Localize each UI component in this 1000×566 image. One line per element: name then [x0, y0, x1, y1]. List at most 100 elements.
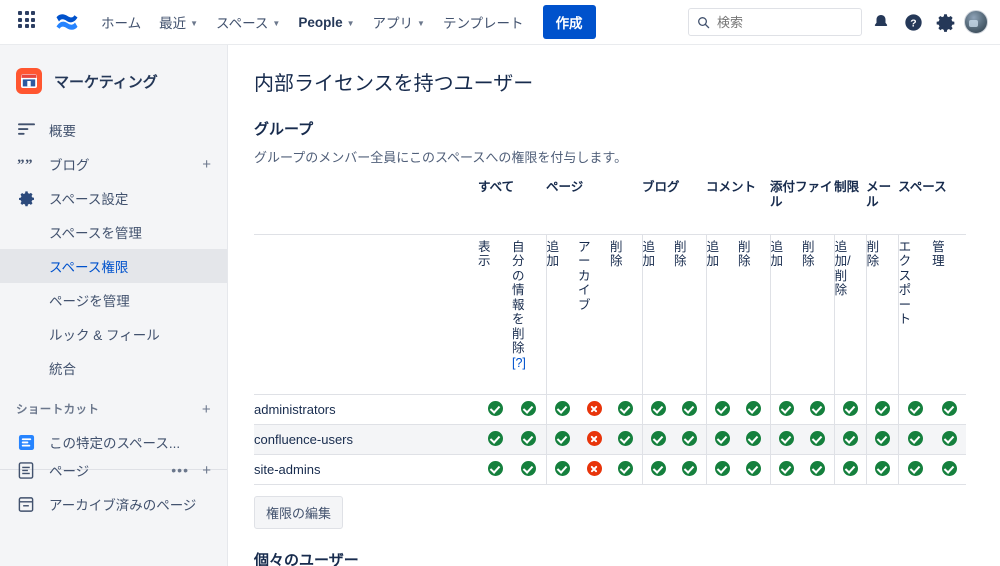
perm-cell[interactable] [545, 424, 579, 454]
nav-item-apps[interactable]: アプリ ▼ [364, 6, 434, 38]
settings-gear-icon[interactable] [932, 9, 958, 35]
nav-item-recent[interactable]: 最近 ▼ [150, 6, 207, 38]
table-row: administrators [254, 394, 967, 424]
perm-cell[interactable] [705, 454, 739, 484]
search-input[interactable] [717, 14, 847, 30]
permission-granted-icon [554, 401, 570, 417]
perm-cell[interactable] [865, 424, 899, 454]
perm-cell[interactable] [478, 394, 512, 424]
perm-cell[interactable] [932, 454, 966, 484]
permission-denied-icon [586, 461, 602, 477]
perm-cell[interactable] [769, 424, 803, 454]
perm-cell[interactable] [897, 394, 933, 424]
nav-item-people[interactable]: People ▼ [289, 9, 363, 36]
permission-granted-icon [650, 431, 666, 447]
group-header-comments: コメント [706, 180, 757, 194]
sidebar-item-look-and-feel[interactable]: ルック & フィール [0, 317, 227, 351]
permission-granted-icon [554, 431, 570, 447]
space-header[interactable]: マーケティング [0, 59, 227, 99]
perm-cell[interactable] [610, 394, 642, 424]
perm-cell[interactable] [769, 394, 803, 424]
permission-granted-icon [778, 431, 794, 447]
sidebar-item-pages[interactable]: ページ ••• + [0, 453, 227, 487]
perm-cell[interactable] [610, 454, 642, 484]
permission-granted-icon [746, 461, 762, 477]
sidebar-item-manage-pages[interactable]: ページを管理 [0, 283, 227, 317]
user-avatar[interactable] [964, 10, 988, 34]
perm-cell[interactable] [545, 454, 579, 484]
perm-cell[interactable] [674, 394, 706, 424]
sidebar-item-label: ブログ [49, 158, 90, 173]
sidebar-item-integrations[interactable]: 統合 [0, 351, 227, 385]
perm-cell[interactable] [512, 454, 546, 484]
perm-cell[interactable] [932, 424, 966, 454]
perm-cell[interactable] [578, 394, 610, 424]
perm-cell[interactable] [578, 454, 610, 484]
sidebar-item-archived-pages[interactable]: アーカイブ済みのページ [0, 487, 227, 521]
perm-cell[interactable] [641, 454, 675, 484]
perm-cell[interactable] [738, 454, 770, 484]
perm-cell[interactable] [641, 394, 675, 424]
table-row: confluence-users [254, 424, 967, 454]
sidebar-item-space-permissions[interactable]: スペース権限 [0, 249, 227, 283]
permission-granted-icon [874, 431, 890, 447]
pages-more-options-icon[interactable]: ••• [171, 462, 189, 478]
help-link[interactable]: [?] [512, 356, 526, 370]
edit-permissions-button[interactable]: 権限の編集 [254, 495, 344, 529]
perm-cell[interactable] [802, 424, 834, 454]
perm-cell[interactable] [865, 454, 899, 484]
notification-bell-icon[interactable] [868, 9, 894, 35]
perm-cell[interactable] [897, 424, 933, 454]
perm-cell[interactable] [610, 424, 642, 454]
sidebar-item-label: 統合 [49, 362, 76, 377]
nav-item-home[interactable]: ホーム [92, 6, 150, 38]
perm-cell[interactable] [512, 394, 546, 424]
confluence-logo[interactable] [54, 10, 80, 34]
space-sidebar: マーケティング 概要 ” ” ブログ + スペース設定 スペースを管理 スペース… [0, 45, 228, 566]
perm-cell[interactable] [641, 424, 675, 454]
perm-cell[interactable] [932, 394, 966, 424]
chevron-down-icon: ▼ [417, 18, 425, 28]
sidebar-item-space-settings[interactable]: スペース設定 [0, 181, 227, 215]
perm-cell[interactable] [802, 454, 834, 484]
perm-cell[interactable] [769, 454, 803, 484]
permission-granted-icon [941, 431, 957, 447]
perm-cell[interactable] [865, 394, 899, 424]
sidebar-item-label: ページ [49, 464, 90, 479]
perm-cell[interactable] [833, 394, 867, 424]
permission-granted-icon [842, 461, 858, 477]
create-button[interactable]: 作成 [542, 5, 596, 39]
subheader-blogs-add: 追加 [641, 233, 675, 394]
perm-cell[interactable] [512, 424, 546, 454]
add-blog-icon[interactable]: + [202, 156, 211, 173]
perm-cell[interactable] [478, 454, 512, 484]
add-page-icon[interactable]: + [202, 462, 211, 479]
perm-cell[interactable] [705, 394, 739, 424]
subheader-label: 追加/削除 [834, 239, 851, 298]
sidebar-item-label: ルック & フィール [49, 328, 160, 343]
perm-cell[interactable] [674, 424, 706, 454]
add-shortcut-icon[interactable]: + [202, 401, 211, 418]
group-name: administrators [254, 401, 336, 417]
sidebar-item-manage-space[interactable]: スペースを管理 [0, 215, 227, 249]
perm-cell[interactable] [545, 394, 579, 424]
sidebar-item-overview[interactable]: 概要 [0, 113, 227, 147]
search-box[interactable] [688, 8, 862, 36]
perm-cell[interactable] [705, 424, 739, 454]
perm-cell[interactable] [897, 454, 933, 484]
perm-cell[interactable] [478, 424, 512, 454]
permission-granted-icon [487, 401, 503, 417]
help-icon[interactable]: ? [900, 9, 926, 35]
nav-item-templates[interactable]: テンプレート [434, 6, 533, 38]
perm-cell[interactable] [833, 454, 867, 484]
perm-cell[interactable] [738, 424, 770, 454]
nav-item-spaces[interactable]: スペース ▼ [207, 6, 289, 38]
perm-cell[interactable] [578, 424, 610, 454]
perm-cell[interactable] [738, 394, 770, 424]
app-switcher-icon[interactable] [18, 11, 40, 33]
perm-cell[interactable] [674, 454, 706, 484]
sidebar-item-blog[interactable]: ” ” ブログ + [0, 147, 227, 181]
page-title: 内部ライセンスを持つユーザー [254, 73, 534, 95]
perm-cell[interactable] [802, 394, 834, 424]
perm-cell[interactable] [833, 424, 867, 454]
